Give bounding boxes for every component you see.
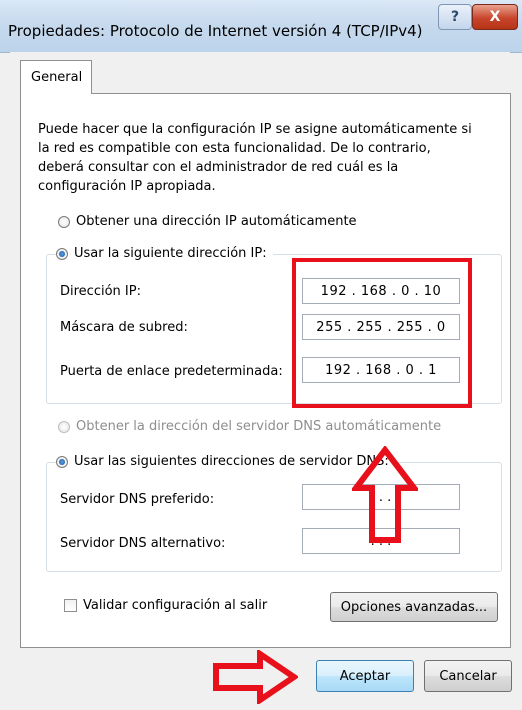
radio-ip-manual-label: Usar la siguiente dirección IP: (74, 246, 267, 261)
radio-dns-manual[interactable]: Usar las siguientes direcciones de servi… (56, 454, 395, 469)
help-icon: ? (450, 9, 460, 25)
close-button[interactable]: X (472, 4, 518, 30)
cancel-button[interactable]: Cancelar (424, 660, 512, 692)
radio-ip-manual[interactable]: Usar la siguiente dirección IP: (56, 246, 273, 261)
highlight-rectangle (292, 258, 472, 408)
tab-general[interactable]: General (20, 60, 92, 94)
radio-dns-auto-circle[interactable] (58, 420, 70, 433)
radio-ip-auto-label: Obtener una dirección IP automáticamente (76, 214, 357, 229)
subnet-mask-label: Máscara de subred: (60, 320, 188, 335)
ok-button[interactable]: Aceptar (316, 660, 414, 692)
close-icon: X (489, 9, 501, 25)
advanced-options-button[interactable]: Opciones avanzadas... (330, 592, 498, 622)
radio-dns-manual-circle[interactable] (56, 455, 68, 468)
preferred-dns-label: Servidor DNS preferido: (60, 492, 215, 507)
validate-checkbox-row[interactable]: Validar configuración al salir (64, 598, 274, 613)
ip-address-label: Dirección IP: (60, 284, 141, 299)
right-arrow-annotation (213, 650, 298, 704)
up-arrow-annotation (352, 446, 418, 543)
help-button[interactable]: ? (438, 4, 472, 30)
default-gateway-label: Puerta de enlace predeterminada: (60, 364, 283, 379)
radio-ip-manual-circle[interactable] (56, 247, 68, 260)
radio-dns-auto[interactable]: Obtener la dirección del servidor DNS au… (58, 419, 448, 434)
validate-checkbox-label: Validar configuración al salir (83, 598, 268, 613)
radio-ip-auto-circle[interactable] (58, 215, 70, 228)
radio-dns-auto-label: Obtener la dirección del servidor DNS au… (76, 419, 442, 434)
radio-ip-auto[interactable]: Obtener una dirección IP automáticamente (58, 214, 363, 229)
alternate-dns-label: Servidor DNS alternativo: (60, 536, 226, 551)
validate-checkbox[interactable] (64, 599, 77, 612)
window-title: Propiedades: Protocolo de Internet versi… (8, 22, 423, 40)
dns-group-box (46, 462, 502, 572)
title-bar: Propiedades: Protocolo de Internet versi… (0, 0, 522, 53)
description-text: Puede hacer que la configuración IP se a… (38, 122, 472, 194)
radio-dns-manual-label: Usar las siguientes direcciones de servi… (74, 454, 389, 469)
